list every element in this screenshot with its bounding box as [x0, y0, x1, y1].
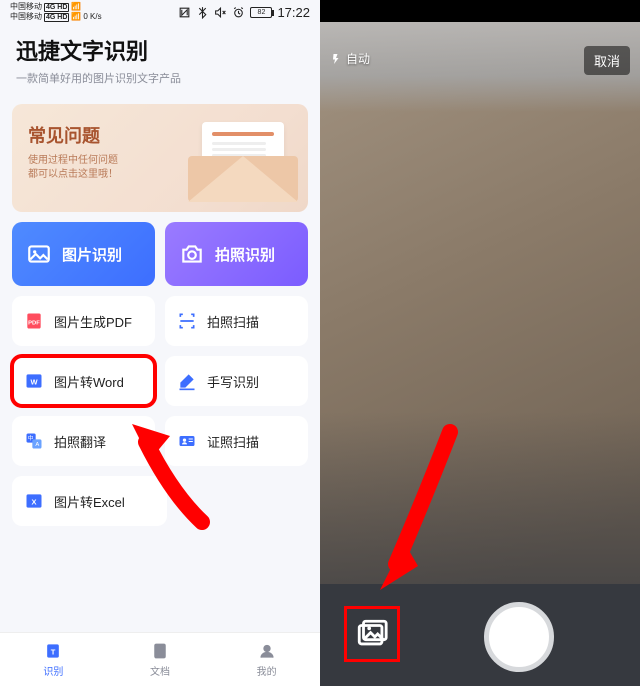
picture-icon: [26, 241, 52, 267]
label: 图片生成PDF: [54, 312, 132, 331]
cancel-label: 取消: [594, 54, 620, 69]
battery-icon: 82: [250, 7, 272, 18]
faq-card[interactable]: 常见问题 使用过程中任何问题都可以点击这里哦！: [12, 104, 308, 212]
translate-icon: 中A: [24, 431, 44, 451]
status-bar: 中国移动 4G HD 📶 中国移动 4G HD 📶 0 K/s 82 17:22: [0, 0, 320, 24]
idcard-scan-button[interactable]: 证照扫描: [165, 416, 308, 466]
scan-icon: [177, 311, 197, 331]
profile-tab-icon: [257, 641, 277, 661]
svg-text:X: X: [31, 497, 36, 506]
image-to-word-button[interactable]: W 图片转Word: [12, 356, 155, 406]
camera-icon: [179, 241, 205, 267]
nav-me[interactable]: 我的: [213, 633, 320, 686]
svg-text:A: A: [35, 442, 39, 448]
gallery-icon: [355, 617, 389, 651]
camera-screen-right: 自动 取消: [320, 0, 640, 686]
svg-text:中: 中: [28, 434, 34, 442]
bottom-nav: T 识别 文档 我的: [0, 632, 320, 686]
label: 手写识别: [207, 372, 259, 391]
gallery-button[interactable]: [348, 610, 396, 658]
label: 拍照扫描: [207, 312, 259, 331]
status-bar-dark: [320, 0, 640, 22]
label: 拍照翻译: [54, 432, 106, 451]
docs-tab-icon: [150, 641, 170, 661]
status-time: 17:22: [277, 5, 310, 20]
image-ocr-button[interactable]: 图片识别: [12, 222, 155, 286]
flash-icon: [330, 53, 342, 65]
ocr-tab-icon: T: [43, 641, 63, 661]
pen-icon: [177, 371, 197, 391]
svg-text:W: W: [30, 377, 38, 386]
image-to-excel-button[interactable]: X 图片转Excel: [12, 476, 167, 526]
status-left: 中国移动 4G HD 📶 中国移动 4G HD 📶 0 K/s: [10, 3, 102, 22]
envelope-icon: [188, 122, 298, 202]
excel-icon: X: [24, 491, 44, 511]
nav-docs[interactable]: 文档: [107, 633, 214, 686]
label: 证照扫描: [207, 432, 259, 451]
svg-text:PDF: PDF: [28, 320, 40, 326]
image-ocr-label: 图片识别: [62, 244, 122, 265]
label: 图片转Excel: [54, 492, 125, 511]
bluetooth-icon: [196, 6, 209, 19]
label: 我的: [257, 663, 277, 678]
pdf-icon: PDF: [24, 311, 44, 331]
photo-translate-button[interactable]: 中A 拍照翻译: [12, 416, 155, 466]
label: 文档: [150, 663, 170, 678]
label: 图片转Word: [54, 372, 124, 391]
idcard-icon: [177, 431, 197, 451]
cancel-button[interactable]: 取消: [584, 46, 630, 75]
handwrite-ocr-button[interactable]: 手写识别: [165, 356, 308, 406]
photo-scan-button[interactable]: 拍照扫描: [165, 296, 308, 346]
mute-icon: [214, 6, 227, 19]
nfc-icon: [178, 6, 191, 19]
alarm-icon: [232, 6, 245, 19]
flash-label: 自动: [346, 50, 370, 67]
page-subtitle: 一款简单好用的图片识别文字产品: [16, 70, 304, 86]
page-title: 迅捷文字识别: [16, 34, 304, 66]
nav-ocr[interactable]: T 识别: [0, 633, 107, 686]
shutter-button[interactable]: [484, 602, 554, 672]
photo-ocr-label: 拍照识别: [215, 244, 275, 265]
word-icon: W: [24, 371, 44, 391]
app-screen-left: 中国移动 4G HD 📶 中国移动 4G HD 📶 0 K/s 82 17:22…: [0, 0, 320, 686]
image-to-pdf-button[interactable]: PDF 图片生成PDF: [12, 296, 155, 346]
flash-mode-button[interactable]: 自动: [330, 50, 370, 67]
photo-ocr-button[interactable]: 拍照识别: [165, 222, 308, 286]
status-right: 82 17:22: [178, 5, 310, 20]
label: 识别: [43, 663, 63, 678]
svg-text:T: T: [51, 647, 56, 656]
